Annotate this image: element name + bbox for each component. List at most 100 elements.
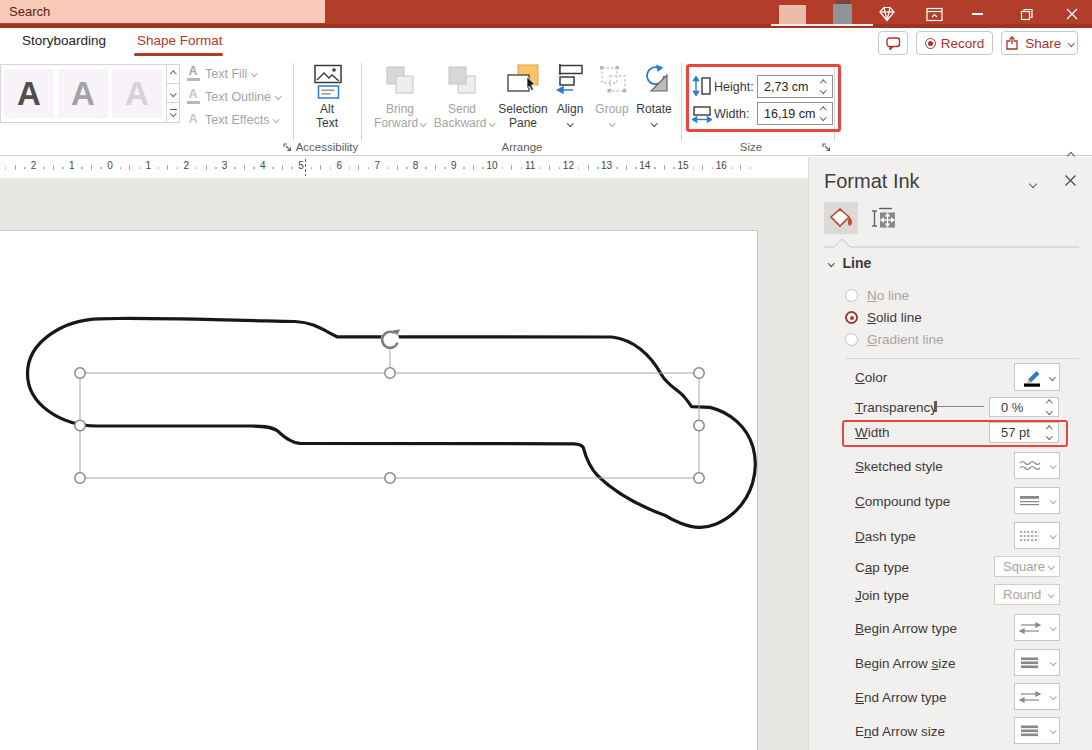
group-button[interactable]: Group [590, 103, 634, 116]
align-button[interactable]: Align [548, 103, 592, 116]
radio-solid-line[interactable]: Solid line [845, 310, 922, 325]
wordart-style-2[interactable]: A [58, 69, 108, 118]
line-section-header[interactable]: Line [829, 255, 871, 271]
transparency-spinner[interactable] [1043, 398, 1056, 416]
ruler-tick-dot [693, 167, 695, 169]
radio-button[interactable] [845, 333, 858, 346]
ruler-tick-dot [597, 167, 599, 169]
ruler-number: 7 [369, 160, 385, 171]
sketched-style-label: Sketched style [855, 459, 943, 474]
alt-text-label1: Alt [302, 103, 352, 116]
share-button[interactable]: Share [1001, 31, 1078, 55]
selection-handle-e[interactable] [694, 420, 704, 430]
end-arrow-type-dropdown[interactable] [1014, 683, 1060, 710]
alt-text-button[interactable] [313, 64, 343, 104]
wordart-scroll-down[interactable] [166, 83, 180, 103]
ruler-tick-dot [731, 167, 733, 169]
wordart-dialog-launcher[interactable] [283, 143, 293, 153]
selection-handle-s[interactable] [385, 473, 395, 483]
ruler-number: 2 [26, 160, 42, 171]
tab-shape-format[interactable]: Shape Format [137, 28, 223, 54]
ruler-number: 13 [599, 160, 615, 171]
wordart-more-button[interactable] [166, 102, 180, 123]
sketched-style-dropdown[interactable] [1014, 452, 1060, 479]
ruler-tick-dot [43, 167, 45, 169]
text-effects-button[interactable]: A Text Effects [186, 109, 279, 130]
begin-arrow-type-label: Begin Arrow type [855, 621, 957, 636]
selection-handle-n[interactable] [385, 368, 395, 378]
begin-arrow-type-dropdown[interactable] [1014, 614, 1060, 641]
ruler-tick-dot [349, 167, 351, 169]
dropdown-chevron [1050, 727, 1056, 733]
close-button[interactable] [1062, 0, 1082, 28]
title-bar: Search [0, 0, 1092, 28]
tab-storyboarding[interactable]: Storyboarding [22, 28, 106, 54]
ruler-tick-line [91, 165, 92, 170]
restore-button[interactable] [1016, 0, 1036, 28]
search-input[interactable]: Search [0, 0, 325, 23]
transparency-slider-track[interactable] [934, 406, 984, 407]
send-backward-button[interactable]: Send [436, 103, 488, 116]
ruler-tick-dot [444, 167, 446, 169]
ruler-position-indicator [305, 159, 306, 176]
text-outline-button[interactable]: A Text Outline [186, 86, 281, 107]
begin-arrow-size-dropdown[interactable] [1014, 649, 1060, 676]
panel-collapse-chevron[interactable] [1030, 175, 1036, 193]
transparency-slider-thumb[interactable] [934, 401, 937, 412]
selection-pane-button[interactable]: Selection [495, 103, 551, 116]
text-outline-icon: A [186, 89, 200, 104]
rotate-button[interactable]: Rotate [631, 103, 677, 116]
wordart-style-3[interactable]: A [112, 69, 162, 118]
rotate-handle[interactable] [381, 330, 401, 350]
tab-size-properties[interactable] [867, 202, 901, 234]
selection-handle-se[interactable] [694, 473, 704, 483]
comment-icon [886, 37, 901, 50]
align-chevron [548, 117, 592, 130]
compound-type-dropdown[interactable] [1014, 487, 1060, 514]
ruler-number: 14 [637, 160, 653, 171]
tab-fill-line[interactable] [824, 202, 858, 234]
minimize-button[interactable] [967, 0, 987, 28]
arrange-group-label: Arrange [487, 141, 557, 153]
ruler-tick-dot [387, 167, 389, 169]
panel-close-button[interactable] [1061, 173, 1079, 191]
radio-button[interactable] [845, 289, 858, 302]
ruler-number: 0 [102, 160, 118, 171]
wordart-scroll-up[interactable] [166, 64, 180, 84]
color-picker-button[interactable] [1014, 363, 1060, 391]
radio-gradient-line[interactable]: Gradient line [845, 332, 944, 347]
ribbon-display-options-icon[interactable] [924, 0, 944, 28]
titlebar-thumbnail-light [779, 5, 806, 24]
record-button[interactable]: Record [916, 31, 993, 55]
ribbon: A A A A Text Fill A Text Outline A Text … [0, 57, 1092, 156]
join-type-dropdown[interactable]: Round [994, 584, 1060, 605]
radio-button[interactable] [845, 311, 858, 324]
ribbon-tab-row: Storyboarding Shape Format Record Share [0, 28, 1092, 57]
end-arrow-size-dropdown[interactable] [1014, 717, 1060, 744]
transparency-input[interactable]: 0 % [989, 397, 1059, 417]
size-dialog-launcher[interactable] [822, 143, 832, 153]
cap-type-dropdown[interactable]: Square [994, 556, 1060, 577]
comments-button[interactable] [878, 31, 908, 55]
gem-icon[interactable] [877, 0, 897, 28]
wordart-style-1[interactable]: A [4, 69, 54, 118]
alt-text-label2: Text [302, 117, 352, 130]
dropdown-value: Round [1003, 587, 1041, 602]
ruler-tick-dot [425, 167, 427, 169]
selection-handle-nw[interactable] [75, 368, 85, 378]
group-separator [681, 63, 682, 141]
panel-tab-separator [809, 236, 1092, 249]
radio-no-line[interactable]: No line [845, 288, 909, 303]
ruler-tick-dot [654, 167, 656, 169]
bring-forward-button[interactable]: Bring [374, 103, 426, 116]
selection-handle-ne[interactable] [694, 368, 704, 378]
ruler-tick-dot [616, 167, 618, 169]
text-fill-button[interactable]: A Text Fill [186, 63, 257, 84]
selection-handle-w[interactable] [75, 420, 85, 430]
rotate-icon [638, 63, 670, 99]
ink-shape[interactable] [28, 318, 756, 527]
selection-handle-sw[interactable] [75, 473, 85, 483]
dash-type-dropdown[interactable] [1014, 522, 1060, 549]
radio-label: No line [867, 288, 909, 303]
ruler-tick-dot [291, 167, 293, 169]
